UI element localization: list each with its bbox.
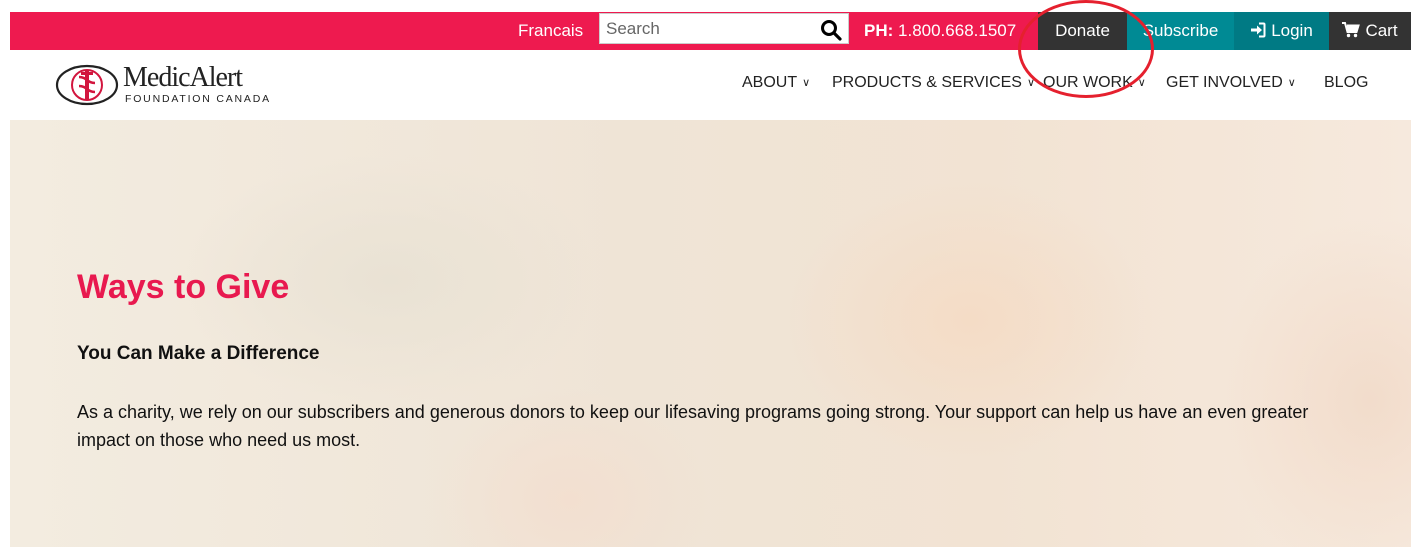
login-button[interactable]: Login <box>1234 12 1329 50</box>
nav-about-label: ABOUT <box>742 74 798 91</box>
site-logo[interactable]: MedicAlert FOUNDATION CANADA <box>55 62 295 108</box>
chevron-down-icon: ∨ <box>1137 77 1146 89</box>
nav-get-involved-label: GET INVOLVED <box>1166 74 1283 91</box>
search-icon[interactable] <box>820 19 842 41</box>
hero-banner: Ways to Give You Can Make a Difference A… <box>10 120 1411 547</box>
phone-number[interactable]: PH: 1.800.668.1507 <box>864 12 1016 50</box>
login-icon <box>1251 22 1266 38</box>
donate-button[interactable]: Donate <box>1038 12 1127 50</box>
nav-blog[interactable]: BLOG <box>1324 74 1368 92</box>
page-title: Ways to Give <box>77 268 290 306</box>
hero-subtitle: You Can Make a Difference <box>77 343 320 364</box>
subscribe-button[interactable]: Subscribe <box>1127 12 1234 50</box>
nav-our-work[interactable]: OUR WORK ∨ <box>1043 74 1146 92</box>
search-box <box>599 13 849 44</box>
nav-products-label: PRODUCTS & SERVICES <box>832 74 1022 91</box>
language-link[interactable]: Francais <box>518 12 583 50</box>
cart-button[interactable]: Cart <box>1329 12 1411 50</box>
phone-value: 1.800.668.1507 <box>898 21 1017 40</box>
logo-subtitle: FOUNDATION CANADA <box>125 93 271 105</box>
nav-our-work-label: OUR WORK <box>1043 74 1133 91</box>
cart-label: Cart <box>1365 21 1398 40</box>
chevron-down-icon: ∨ <box>1026 77 1036 89</box>
nav-blog-label: BLOG <box>1324 74 1369 91</box>
subscribe-label: Subscribe <box>1142 21 1219 40</box>
donate-label: Donate <box>1055 21 1110 40</box>
medicalert-emblem-icon <box>55 64 119 106</box>
chevron-down-icon: ∨ <box>1287 77 1296 89</box>
chevron-down-icon: ∨ <box>802 77 811 89</box>
nav-about[interactable]: ABOUT ∨ <box>742 74 810 92</box>
nav-products-services[interactable]: PRODUCTS & SERVICES ∨ <box>832 74 1035 92</box>
phone-label: PH: <box>864 21 894 40</box>
top-utility-bar: Francais PH: 1.800.668.1507 Donate Subsc… <box>10 12 1411 50</box>
hero-body-text: As a charity, we rely on our subscribers… <box>77 402 1309 450</box>
login-label: Login <box>1271 21 1313 40</box>
nav-get-involved[interactable]: GET INVOLVED ∨ <box>1166 74 1296 92</box>
site-header: MedicAlert FOUNDATION CANADA ABOUT ∨ PROD… <box>10 50 1411 120</box>
search-input[interactable] <box>600 14 822 43</box>
cart-icon <box>1342 22 1361 38</box>
logo-brand: MedicAlert <box>123 62 243 93</box>
